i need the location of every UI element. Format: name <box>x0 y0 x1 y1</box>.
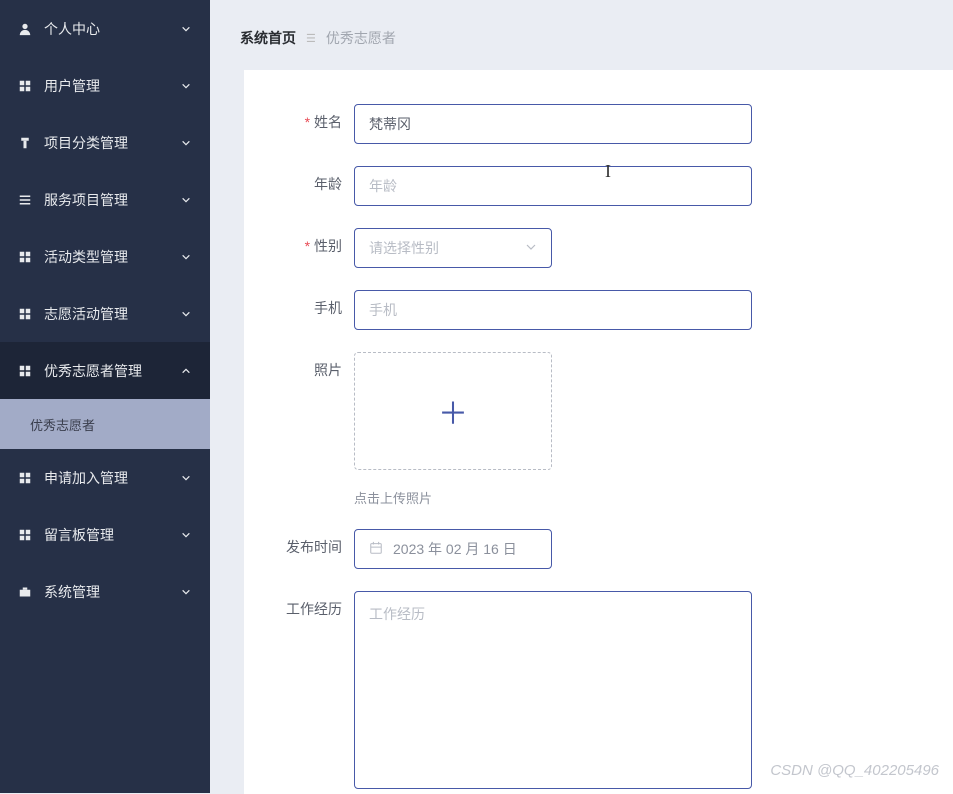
gender-placeholder: 请选择性别 <box>369 238 439 258</box>
sidebar-item-label: 个人中心 <box>44 19 100 39</box>
sidebar-item-personal-center[interactable]: 个人中心 <box>0 0 210 57</box>
gender-select[interactable]: 请选择性别 <box>354 228 552 268</box>
chevron-down-icon <box>180 137 192 149</box>
chevron-down-icon <box>180 308 192 320</box>
form-panel: 姓名 年龄 性别 请选择性别 手机 <box>244 70 953 794</box>
sidebar-item-label: 志愿活动管理 <box>44 304 128 324</box>
phone-label: 手机 <box>244 290 354 318</box>
name-label: 姓名 <box>244 104 354 132</box>
age-label: 年龄 <box>244 166 354 194</box>
chevron-down-icon <box>180 586 192 598</box>
sidebar-item-activity-type[interactable]: 活动类型管理 <box>0 228 210 285</box>
main-content: 系统首页 ☰ 优秀志愿者 姓名 年龄 性别 请选择性别 <box>210 0 953 793</box>
sidebar-item-excellent-volunteer[interactable]: 优秀志愿者管理 <box>0 342 210 399</box>
calendar-icon <box>369 541 383 558</box>
photo-upload[interactable]: ＋ <box>354 352 552 470</box>
sidebar-item-label: 系统管理 <box>44 582 100 602</box>
gender-label: 性别 <box>244 228 354 256</box>
photo-upload-hint: 点击上传照片 <box>354 488 552 507</box>
breadcrumb-home[interactable]: 系统首页 <box>240 28 296 48</box>
breadcrumb: 系统首页 ☰ 优秀志愿者 <box>210 0 953 70</box>
plus-icon: ＋ <box>438 389 468 433</box>
grid-icon <box>18 528 32 542</box>
breadcrumb-current: 优秀志愿者 <box>326 28 396 48</box>
publish-date-input[interactable]: 2023 年 02 月 16 日 <box>354 529 552 569</box>
chevron-up-icon <box>180 365 192 377</box>
sidebar-item-label: 申请加入管理 <box>44 468 128 488</box>
grid-icon <box>18 79 32 93</box>
phone-input[interactable] <box>354 290 752 330</box>
sidebar-item-system-management[interactable]: 系统管理 <box>0 563 210 620</box>
sidebar-item-label: 项目分类管理 <box>44 133 128 153</box>
name-input[interactable] <box>354 104 752 144</box>
sidebar: 个人中心 用户管理 项目分类管理 服务项目管理 活动类型管理 <box>0 0 210 793</box>
breadcrumb-separator: ☰ <box>306 32 316 45</box>
chevron-down-icon <box>180 23 192 35</box>
sidebar-item-label: 服务项目管理 <box>44 190 128 210</box>
sidebar-item-label: 活动类型管理 <box>44 247 128 267</box>
briefcase-icon <box>18 585 32 599</box>
chevron-down-icon <box>180 80 192 92</box>
chevron-down-icon <box>180 194 192 206</box>
chevron-down-icon <box>525 240 537 256</box>
person-icon <box>18 22 32 36</box>
chevron-down-icon <box>180 251 192 263</box>
work-history-label: 工作经历 <box>244 591 354 619</box>
publish-date-label: 发布时间 <box>244 529 354 557</box>
grid-icon <box>18 471 32 485</box>
sidebar-item-apply-join[interactable]: 申请加入管理 <box>0 449 210 506</box>
sidebar-item-label: 留言板管理 <box>44 525 114 545</box>
photo-label: 照片 <box>244 352 354 380</box>
sidebar-item-project-category[interactable]: 项目分类管理 <box>0 114 210 171</box>
grid-icon <box>18 364 32 378</box>
age-input[interactable] <box>354 166 752 206</box>
date-value: 2023 年 02 月 16 日 <box>393 539 517 559</box>
list-icon <box>18 193 32 207</box>
submenu-label: 优秀志愿者 <box>30 415 95 434</box>
sidebar-item-service-project[interactable]: 服务项目管理 <box>0 171 210 228</box>
grid-icon <box>18 307 32 321</box>
chevron-down-icon <box>180 529 192 541</box>
sidebar-item-volunteer-activity[interactable]: 志愿活动管理 <box>0 285 210 342</box>
grid-icon <box>18 250 32 264</box>
sidebar-item-label: 优秀志愿者管理 <box>44 361 142 381</box>
work-history-textarea[interactable] <box>354 591 752 789</box>
sidebar-submenu-excellent-volunteer[interactable]: 优秀志愿者 <box>0 399 210 449</box>
sidebar-item-label: 用户管理 <box>44 76 100 96</box>
sidebar-item-message-board[interactable]: 留言板管理 <box>0 506 210 563</box>
chevron-down-icon <box>180 472 192 484</box>
tag-icon <box>18 136 32 150</box>
sidebar-item-user-management[interactable]: 用户管理 <box>0 57 210 114</box>
